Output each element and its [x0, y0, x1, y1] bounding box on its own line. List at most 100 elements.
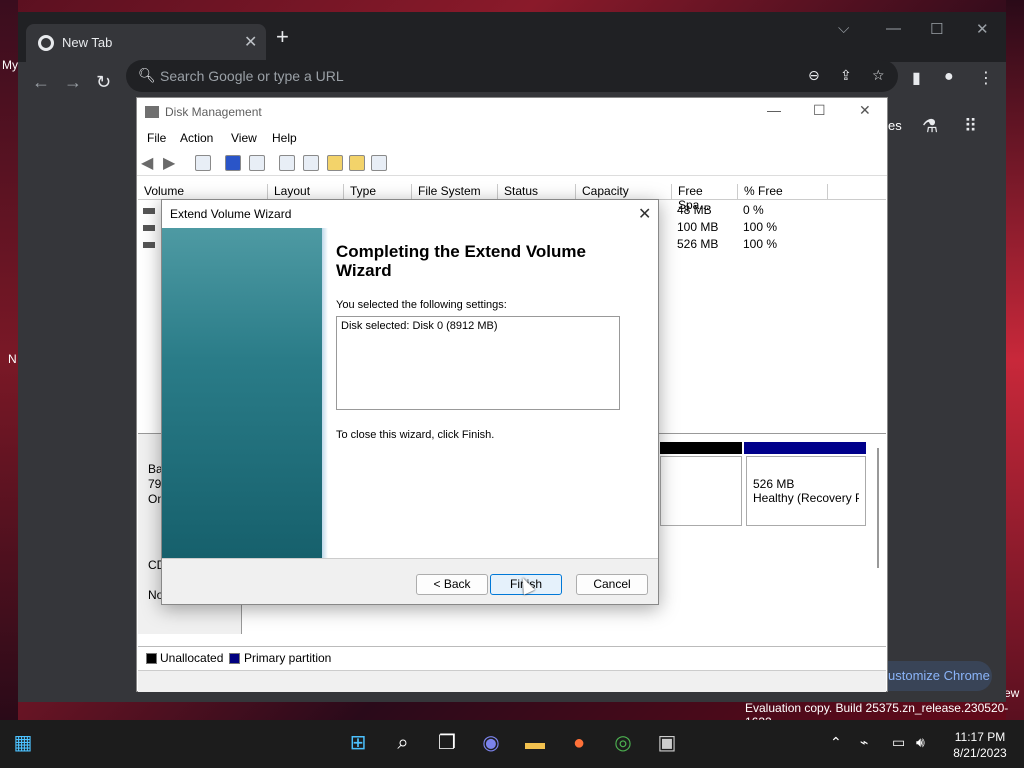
teams-chat-icon[interactable]: ◉ — [478, 730, 504, 756]
help-icon[interactable] — [225, 155, 241, 171]
close-icon[interactable]: ✕ — [638, 204, 651, 224]
percent-free-cell: 100 % — [743, 237, 778, 251]
zoom-icon[interactable]: ⊖ — [808, 67, 820, 84]
column-type[interactable]: Type — [344, 184, 412, 200]
close-icon[interactable]: ✕ — [976, 20, 989, 38]
legend-label: Primary partition — [244, 651, 332, 665]
close-icon[interactable]: ✕ — [859, 102, 871, 119]
wizard-title: Extend Volume Wizard — [170, 207, 292, 221]
task-view-icon[interactable]: ❐ — [434, 730, 460, 756]
desktop-label: My — [2, 58, 18, 72]
disk-management-icon[interactable]: ▣ — [654, 730, 680, 756]
profile-icon[interactable]: ● — [944, 68, 954, 86]
taskbar-clock[interactable]: 11:17 PM 8/21/2023 — [948, 729, 1012, 761]
search-icon: 🔍︎ — [138, 67, 156, 83]
search-folder-icon[interactable] — [349, 155, 365, 171]
check-icon[interactable] — [303, 155, 319, 171]
free-space-cell: 100 MB — [677, 220, 719, 234]
dm-menu-bar: File Action View Help — [137, 126, 887, 150]
menu-view[interactable]: View — [231, 131, 257, 145]
search-icon[interactable]: ⌕ — [390, 730, 416, 756]
legend-swatch-unallocated — [146, 653, 157, 664]
partition-size: 526 MB — [753, 477, 795, 491]
column-free-space[interactable]: Free Spa... — [672, 184, 738, 212]
widgets-icon[interactable]: ▦ — [10, 730, 36, 756]
desktop-label: N — [8, 352, 17, 366]
apps-grid-icon[interactable]: ⠿ — [964, 116, 977, 137]
column-capacity[interactable]: Capacity — [576, 184, 672, 200]
cancel-button[interactable]: Cancel — [576, 574, 648, 595]
menu-action[interactable]: Action — [180, 131, 213, 145]
file-explorer-icon[interactable]: ▬ — [522, 730, 548, 756]
close-icon[interactable]: ✕ — [244, 32, 257, 52]
percent-free-cell: 0 % — [743, 203, 764, 217]
forward-arrow-icon[interactable]: ▶ — [163, 153, 175, 173]
menu-icon[interactable]: ⋮ — [978, 68, 994, 88]
partition-block[interactable] — [660, 456, 742, 526]
folder-up-icon[interactable] — [327, 155, 343, 171]
dm-status-bar — [138, 670, 886, 692]
menu-file[interactable]: File — [147, 131, 166, 145]
column-status[interactable]: Status — [498, 184, 576, 200]
tab-new-tab[interactable]: New Tab ✕ — [26, 24, 266, 62]
wizard-separator — [162, 558, 658, 559]
drive-icon — [143, 208, 155, 214]
minimize-icon[interactable]: — — [886, 20, 901, 37]
column-percent-free[interactable]: % Free — [738, 184, 828, 200]
labs-flask-icon[interactable]: ⚗ — [922, 116, 938, 137]
wizard-title-bar: Extend Volume Wizard ✕ — [162, 200, 658, 228]
recovery-partition[interactable]: 526 MB Healthy (Recovery Pa — [746, 456, 866, 526]
chrome-link-text[interactable]: es — [888, 118, 902, 133]
disk-view-scrollbar[interactable] — [877, 448, 879, 568]
reload-icon[interactable]: ↻ — [96, 72, 111, 93]
wizard-banner-image — [162, 228, 322, 558]
back-arrow-icon[interactable]: ◀ — [141, 153, 153, 173]
start-icon[interactable]: ⊞ — [345, 730, 371, 756]
partition-bar — [744, 442, 866, 454]
forward-icon[interactable]: → — [64, 72, 82, 93]
settings-summary-box[interactable]: Disk selected: Disk 0 (8912 MB) — [336, 316, 620, 410]
maximize-icon[interactable]: ☐ — [930, 20, 943, 38]
percent-free-cell: 100 % — [743, 220, 778, 234]
legend-swatch-primary — [229, 653, 240, 664]
taskbar: ▦ ⊞ ⌕ ❐ ◉ ▬ ● ◎ ▣ ⌃ ⌁ ▭ 🔊︎ 11:17 PM 8/21… — [0, 720, 1024, 768]
omnibox-placeholder: Search Google or type a URL — [160, 68, 344, 84]
minimize-icon[interactable]: — — [767, 102, 781, 118]
firefox-icon[interactable]: ● — [566, 730, 592, 756]
volume-list-header: Volume Layout Type File System Status Ca… — [138, 182, 886, 212]
properties-icon[interactable] — [195, 155, 211, 171]
share-icon[interactable]: ⇪ — [840, 67, 852, 84]
chrome-icon[interactable]: ◎ — [610, 730, 636, 756]
legend-label: Unallocated — [160, 651, 224, 665]
free-space-cell: 48 MB — [677, 203, 712, 217]
omnibox[interactable]: 🔍︎ Search Google or type a URL ⊖ ⇪ ☆ — [126, 60, 898, 92]
network-icon[interactable]: ⌁ — [860, 734, 868, 751]
dm-title-bar: Disk Management — ☐ ✕ — [137, 98, 887, 126]
view-icon[interactable] — [249, 155, 265, 171]
clock-time: 11:17 PM — [954, 730, 1006, 744]
drive-icon — [143, 225, 155, 231]
connect-icon[interactable] — [279, 155, 295, 171]
extend-volume-wizard: Extend Volume Wizard ✕ Completing the Ex… — [161, 199, 659, 605]
column-volume[interactable]: Volume — [138, 184, 268, 200]
column-file-system[interactable]: File System — [412, 184, 498, 200]
back-icon[interactable]: ← — [32, 72, 50, 93]
chevron-down-icon[interactable]: ⌵ — [838, 20, 849, 37]
column-layout[interactable]: Layout — [268, 184, 344, 200]
desktop-right-edge — [1006, 0, 1024, 720]
menu-help[interactable]: Help — [272, 131, 297, 145]
wizard-close-hint: To close this wizard, click Finish. — [336, 429, 495, 441]
maximize-icon[interactable]: ☐ — [813, 102, 826, 119]
back-button[interactable]: < Back — [416, 574, 488, 595]
new-tab-button[interactable]: + — [276, 24, 289, 50]
side-panel-icon[interactable]: ▮ — [912, 68, 921, 88]
volume-icon[interactable]: 🔊︎ — [916, 734, 925, 751]
list-icon[interactable] — [371, 155, 387, 171]
partition-status: Healthy (Recovery Pa — [753, 491, 859, 505]
tab-title: New Tab — [62, 35, 113, 50]
desktop-label: ew — [1004, 686, 1020, 700]
chrome-tab-bar: New Tab ✕ + ⌵ — ☐ ✕ — [18, 12, 1006, 62]
display-icon[interactable]: ▭ — [892, 734, 905, 751]
bookmark-star-icon[interactable]: ☆ — [872, 67, 885, 84]
chevron-up-icon[interactable]: ⌃ — [830, 734, 842, 751]
